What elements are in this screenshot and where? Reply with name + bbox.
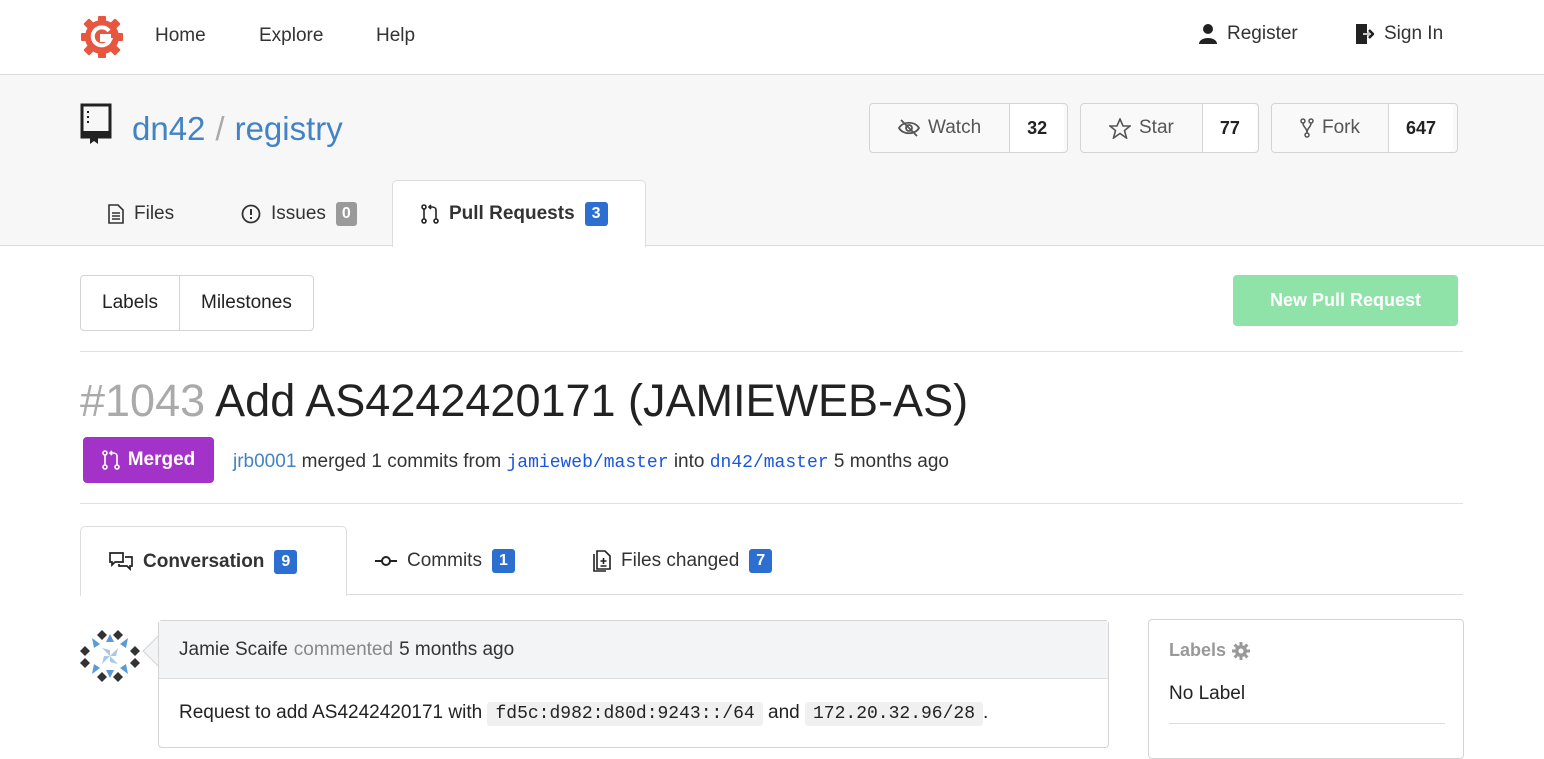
tabs-divider — [346, 594, 1463, 595]
tab-files-label: Files — [134, 202, 175, 224]
labels-value: No Label — [1169, 683, 1246, 704]
tab-pull-requests[interactable]: Pull Requests 3 — [392, 180, 646, 247]
repo-header: dn42/registry Watch 32 Star 77 Fork 647 … — [0, 75, 1544, 247]
pull-requests-count-badge: 3 — [584, 202, 608, 226]
nav-home[interactable]: Home — [155, 25, 206, 47]
labels-button[interactable]: Labels — [81, 276, 179, 330]
register-label: Register — [1227, 23, 1298, 44]
labels-heading-text: Labels — [1169, 640, 1227, 660]
page-title: #1043 Add AS4242420171 (JAMIEWEB-AS) — [80, 375, 968, 427]
sign-in-label: Sign In — [1384, 23, 1444, 44]
issue-submenu: Labels Milestones — [80, 275, 314, 331]
top-navbar: Home Explore Help Register Sign In — [0, 0, 1544, 75]
git-commit-icon — [375, 555, 397, 566]
watch-count[interactable]: 32 — [1009, 104, 1065, 152]
star-button-group: Star 77 — [1080, 103, 1259, 153]
watch-button[interactable]: Watch — [870, 104, 1009, 152]
tab-conversation[interactable]: Conversation 9 — [80, 526, 347, 596]
git-pull-request-icon — [101, 450, 120, 470]
git-pull-request-icon — [421, 204, 439, 224]
new-pull-request-button[interactable]: New Pull Request — [1233, 275, 1458, 326]
comment-text: Request to add AS4242420171 with — [179, 702, 483, 723]
comment-and: and — [768, 702, 800, 723]
files-changed-count-badge: 7 — [749, 548, 773, 573]
sign-in-link[interactable]: Sign In — [1354, 23, 1443, 45]
nav-help[interactable]: Help — [376, 25, 415, 47]
status-badge: Merged — [83, 437, 214, 483]
repo-book-icon — [80, 103, 112, 144]
fork-icon — [1300, 118, 1314, 138]
ipv6-prefix: fd5c:d982:d80d:9243::/64 — [487, 702, 763, 726]
comment: Jamie Scaife commented 5 months ago Requ… — [158, 620, 1109, 748]
labels-heading: Labels — [1169, 640, 1443, 661]
conversation-count-badge: 9 — [274, 549, 298, 574]
register-link[interactable]: Register — [1199, 23, 1298, 45]
tab-pull-requests-label: Pull Requests — [449, 203, 575, 224]
comment-discussion-icon — [109, 551, 133, 571]
merged-text: merged 1 commits from — [301, 451, 502, 472]
star-count[interactable]: 77 — [1201, 104, 1257, 152]
comment-header: Jamie Scaife commented 5 months ago — [159, 621, 1108, 679]
tab-files-changed-label: Files changed — [621, 549, 740, 571]
tab-commits[interactable]: Commits 1 — [347, 526, 543, 595]
sidebar-divider — [1169, 723, 1445, 724]
tab-conversation-label: Conversation — [143, 550, 265, 572]
tab-files-changed[interactable]: Files changed 7 — [565, 526, 800, 595]
issues-count-badge: 0 — [335, 201, 357, 226]
repo-separator: / — [215, 110, 225, 147]
divider — [80, 351, 1463, 352]
user-icon — [1199, 24, 1217, 44]
tab-issues-label: Issues — [271, 202, 326, 224]
into-text: into — [673, 451, 705, 472]
issue-opened-icon — [241, 204, 261, 223]
fork-count[interactable]: 647 — [1388, 104, 1454, 152]
star-button[interactable]: Star — [1081, 104, 1202, 152]
comment-body: Request to add AS4242420171 with fd5c:d9… — [159, 679, 1108, 748]
avatar[interactable] — [80, 626, 140, 686]
tab-issues[interactable]: Issues 0 — [213, 180, 385, 247]
pr-number: #1043 — [80, 375, 206, 426]
repo-title: dn42 / registry — [132, 110, 343, 148]
into-branch[interactable]: dn42/master — [710, 453, 829, 473]
pr-meta: jrb0001 merged 1 commits from jamieweb/m… — [233, 451, 949, 473]
fork-button[interactable]: Fork — [1272, 104, 1388, 152]
comment-suffix: . — [983, 702, 989, 723]
comment-time: 5 months ago — [399, 638, 515, 660]
merged-time: 5 months ago — [833, 451, 949, 472]
from-branch[interactable]: jamieweb/master — [507, 453, 669, 473]
gogs-logo-icon[interactable] — [80, 15, 124, 59]
eye-slash-icon — [898, 119, 920, 137]
star-icon — [1109, 117, 1131, 139]
milestones-button[interactable]: Milestones — [179, 276, 313, 330]
watch-label: Watch — [928, 117, 982, 138]
comment-author-link[interactable]: Jamie Scaife — [179, 639, 288, 661]
watch-button-group: Watch 32 — [869, 103, 1068, 153]
ipv4-prefix: 172.20.32.96/28 — [804, 702, 984, 726]
merger-link[interactable]: jrb0001 — [233, 451, 296, 472]
status-label: Merged — [127, 449, 196, 470]
fork-label: Fork — [1322, 117, 1360, 138]
repo-owner-link[interactable]: dn42 — [132, 110, 205, 147]
comment-action: commented — [293, 638, 394, 660]
fork-button-group: Fork 647 — [1271, 103, 1458, 153]
divider — [80, 503, 1463, 504]
star-label: Star — [1139, 117, 1174, 138]
gear-icon[interactable] — [1232, 641, 1251, 660]
file-text-icon — [108, 203, 124, 224]
nav-explore[interactable]: Explore — [259, 25, 323, 47]
file-diff-icon — [593, 549, 611, 572]
tab-commits-label: Commits — [407, 549, 482, 571]
commits-count-badge: 1 — [491, 548, 515, 573]
pr-title-text: Add AS4242420171 (JAMIEWEB-AS) — [215, 375, 969, 426]
sidebar-labels: Labels No Label — [1148, 619, 1464, 759]
repo-name-link[interactable]: registry — [235, 110, 343, 147]
sign-in-icon — [1356, 24, 1374, 44]
tab-files[interactable]: Files — [80, 180, 202, 247]
